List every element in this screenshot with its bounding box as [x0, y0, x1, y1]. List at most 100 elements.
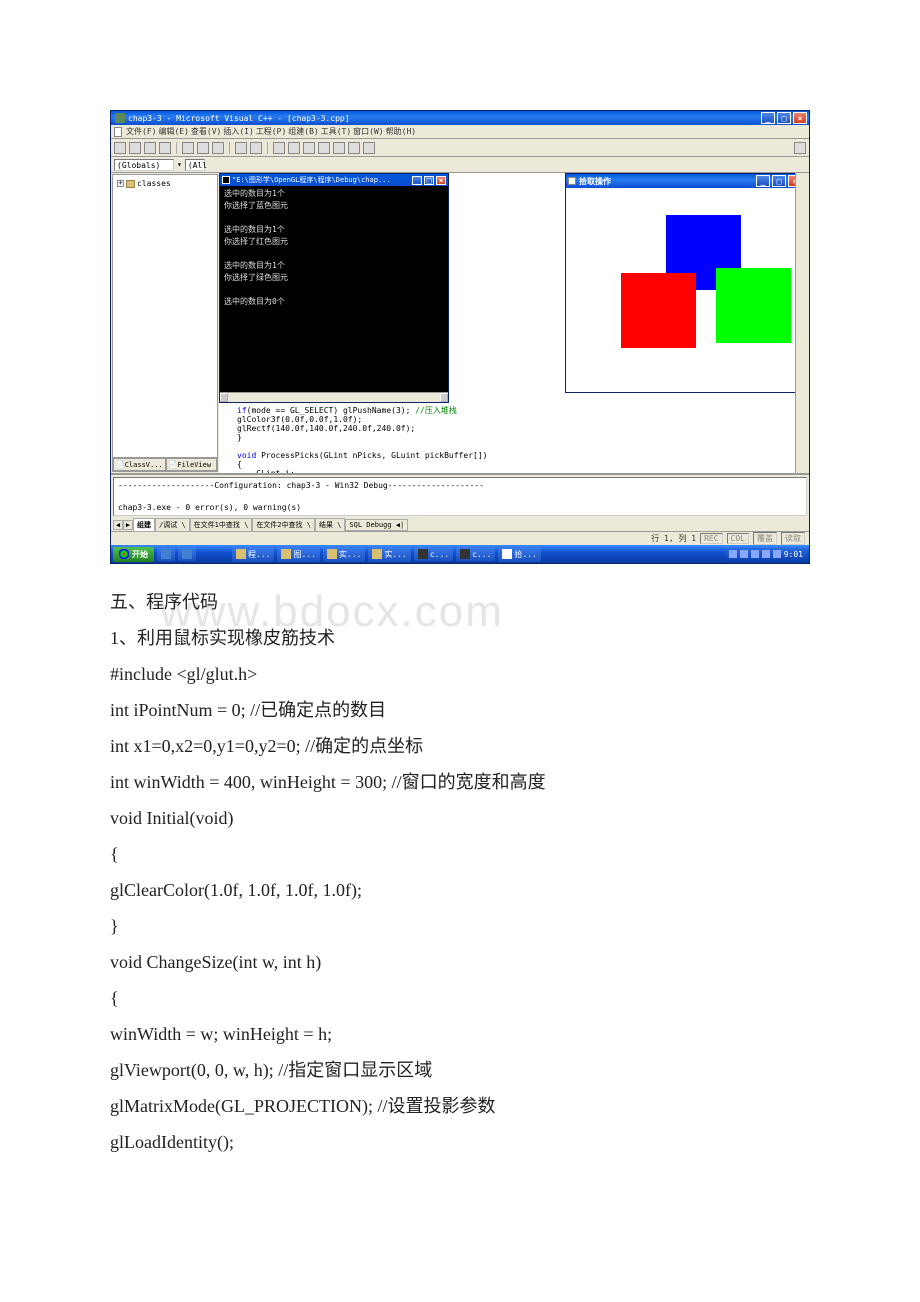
menu-edit[interactable]: 编辑(E) — [158, 126, 188, 137]
opengl-icon — [568, 177, 576, 185]
folder-icon — [372, 549, 382, 559]
tab-fileview[interactable]: 📄FileView — [166, 458, 217, 471]
console-icon — [222, 176, 230, 184]
document-body: www.bdocx.com 五、程序代码 1、利用鼠标实现橡皮筋技术 #incl… — [110, 584, 810, 1160]
console-scrollbar[interactable] — [220, 392, 448, 402]
code-editor[interactable]: if(mode == GL_SELECT) glPushName(3); //压… — [219, 405, 791, 473]
tree-expand-icon[interactable]: + — [117, 180, 124, 187]
taskbar[interactable]: 开始 程... 图... 实... 实... c... c... 拾... 9:… — [111, 545, 809, 563]
maximize-button[interactable]: □ — [777, 112, 791, 124]
stop-icon[interactable] — [318, 142, 330, 154]
console-close[interactable]: × — [436, 176, 446, 185]
task-item[interactable]: 拾... — [498, 547, 540, 562]
console-minimize[interactable]: _ — [412, 176, 422, 185]
output-tab-sql[interactable]: SQL Debugg ◀| — [345, 519, 408, 531]
tray-icon[interactable] — [762, 550, 770, 558]
output-tab-find1[interactable]: 在文件1中查找 \ — [190, 518, 253, 532]
breakpoint-icon[interactable] — [363, 142, 375, 154]
code-line: glMatrixMode(GL_PROJECTION); //设置投影参数 — [110, 1088, 810, 1124]
menu-help[interactable]: 帮助(H) — [386, 126, 416, 137]
task-item[interactable]: 实... — [368, 547, 410, 562]
task-item[interactable]: 图... — [277, 547, 319, 562]
redo-icon[interactable] — [250, 142, 262, 154]
editor-vscrollbar[interactable] — [795, 173, 809, 473]
build-icon[interactable] — [288, 142, 300, 154]
tab-classview[interactable]: 📄ClassV... — [113, 458, 166, 471]
quick-launch-1[interactable] — [157, 547, 175, 561]
cut-icon[interactable] — [182, 142, 194, 154]
debug-icon[interactable] — [348, 142, 360, 154]
output-body[interactable]: --------------------Configuration: chap3… — [113, 477, 807, 516]
code-line: { — [110, 980, 810, 1016]
status-rec: REC — [700, 533, 722, 544]
console-window[interactable]: "E:\图形学\OpenGL程序\程序\Debug\chap... _ □ × … — [219, 173, 449, 403]
green-square[interactable] — [716, 268, 791, 343]
copy-icon[interactable] — [197, 142, 209, 154]
save-icon[interactable] — [144, 142, 156, 154]
build-all-icon[interactable] — [303, 142, 315, 154]
code-line: int x1=0,x2=0,y1=0,y2=0; //确定的点坐标 — [110, 728, 810, 764]
quick-launch-2[interactable] — [178, 547, 196, 561]
new-icon[interactable] — [114, 142, 126, 154]
opengl-titlebar[interactable]: 拾取操作 _ □ × — [566, 174, 804, 188]
workspace: + classes 📄ClassV... 📄FileView "E:\图形学\O… — [111, 173, 809, 473]
folder-icon — [236, 549, 246, 559]
opengl-window[interactable]: 拾取操作 _ □ × — [565, 173, 805, 393]
ie-icon2 — [182, 549, 192, 559]
saveall-icon[interactable] — [159, 142, 171, 154]
window-list-icon[interactable] — [273, 142, 285, 154]
menu-insert[interactable]: 插入(I) — [223, 126, 253, 137]
tabs-scroll-left[interactable]: ◀ — [113, 520, 123, 530]
start-button[interactable]: 开始 — [113, 547, 154, 562]
main-titlebar[interactable]: chap3-3 - Microsoft Visual C++ - [chap3-… — [111, 111, 809, 125]
folder-icon — [327, 549, 337, 559]
minimize-button[interactable]: _ — [761, 112, 775, 124]
gl-maximize[interactable]: □ — [772, 175, 786, 187]
tray-icon[interactable] — [729, 550, 737, 558]
status-ovr: 覆盖 — [753, 532, 777, 545]
statusbar: 行 1, 列 1 REC COL 覆盖 读取 — [111, 531, 809, 545]
task-item[interactable]: 实... — [323, 547, 365, 562]
system-tray[interactable]: 9:01 — [725, 548, 807, 561]
output-tab-find2[interactable]: 在文件2中查找 \ — [252, 518, 315, 532]
tray-icon[interactable] — [751, 550, 759, 558]
menu-file[interactable]: 文件(F) — [126, 126, 156, 137]
scope-combo[interactable]: (Globals) — [114, 159, 174, 171]
ide-window: chap3-3 - Microsoft Visual C++ - [chap3-… — [110, 110, 810, 564]
menu-view[interactable]: 查看(V) — [191, 126, 221, 137]
console-titlebar[interactable]: "E:\图形学\OpenGL程序\程序\Debug\chap... _ □ × — [220, 174, 448, 186]
run-icon[interactable] — [333, 142, 345, 154]
gl-canvas[interactable] — [566, 188, 804, 392]
console-icon — [418, 549, 428, 559]
tabs-scroll-right[interactable]: ▶ — [123, 520, 133, 530]
task-item[interactable]: c... — [456, 547, 495, 561]
gl-minimize[interactable]: _ — [756, 175, 770, 187]
menu-window[interactable]: 窗口(W) — [353, 126, 383, 137]
task-item[interactable]: 程... — [232, 547, 274, 562]
tray-icon[interactable] — [740, 550, 748, 558]
output-tab-debug[interactable]: /调试 \ — [155, 518, 190, 532]
output-tab-result[interactable]: 结果 \ — [315, 518, 345, 532]
task-item[interactable]: c... — [414, 547, 453, 561]
toolbar-scope: (Globals) ▾ (All — [111, 157, 809, 173]
code-line: #include <gl/glut.h> — [110, 656, 810, 692]
member-combo[interactable]: (All — [185, 159, 205, 171]
console-maximize[interactable]: □ — [424, 176, 434, 185]
menu-build[interactable]: 组建(B) — [288, 126, 318, 137]
undo-icon[interactable] — [235, 142, 247, 154]
tree-root[interactable]: + classes — [117, 179, 213, 188]
find-icon[interactable] — [794, 142, 806, 154]
menu-project[interactable]: 工程(P) — [256, 126, 286, 137]
tray-icon[interactable] — [773, 550, 781, 558]
menubar[interactable]: 文件(F) 编辑(E) 查看(V) 插入(I) 工程(P) 组建(B) 工具(T… — [111, 125, 809, 139]
open-icon[interactable] — [129, 142, 141, 154]
class-tree[interactable]: + classes — [113, 175, 217, 457]
close-button[interactable]: × — [793, 112, 807, 124]
output-tab-build[interactable]: 组建 — [133, 518, 155, 532]
code-line: { — [110, 836, 810, 872]
paste-icon[interactable] — [212, 142, 224, 154]
code-line: glLoadIdentity(); — [110, 1124, 810, 1160]
menu-tools[interactable]: 工具(T) — [321, 126, 351, 137]
section-heading: 五、程序代码 — [110, 584, 810, 620]
red-square[interactable] — [621, 273, 696, 348]
